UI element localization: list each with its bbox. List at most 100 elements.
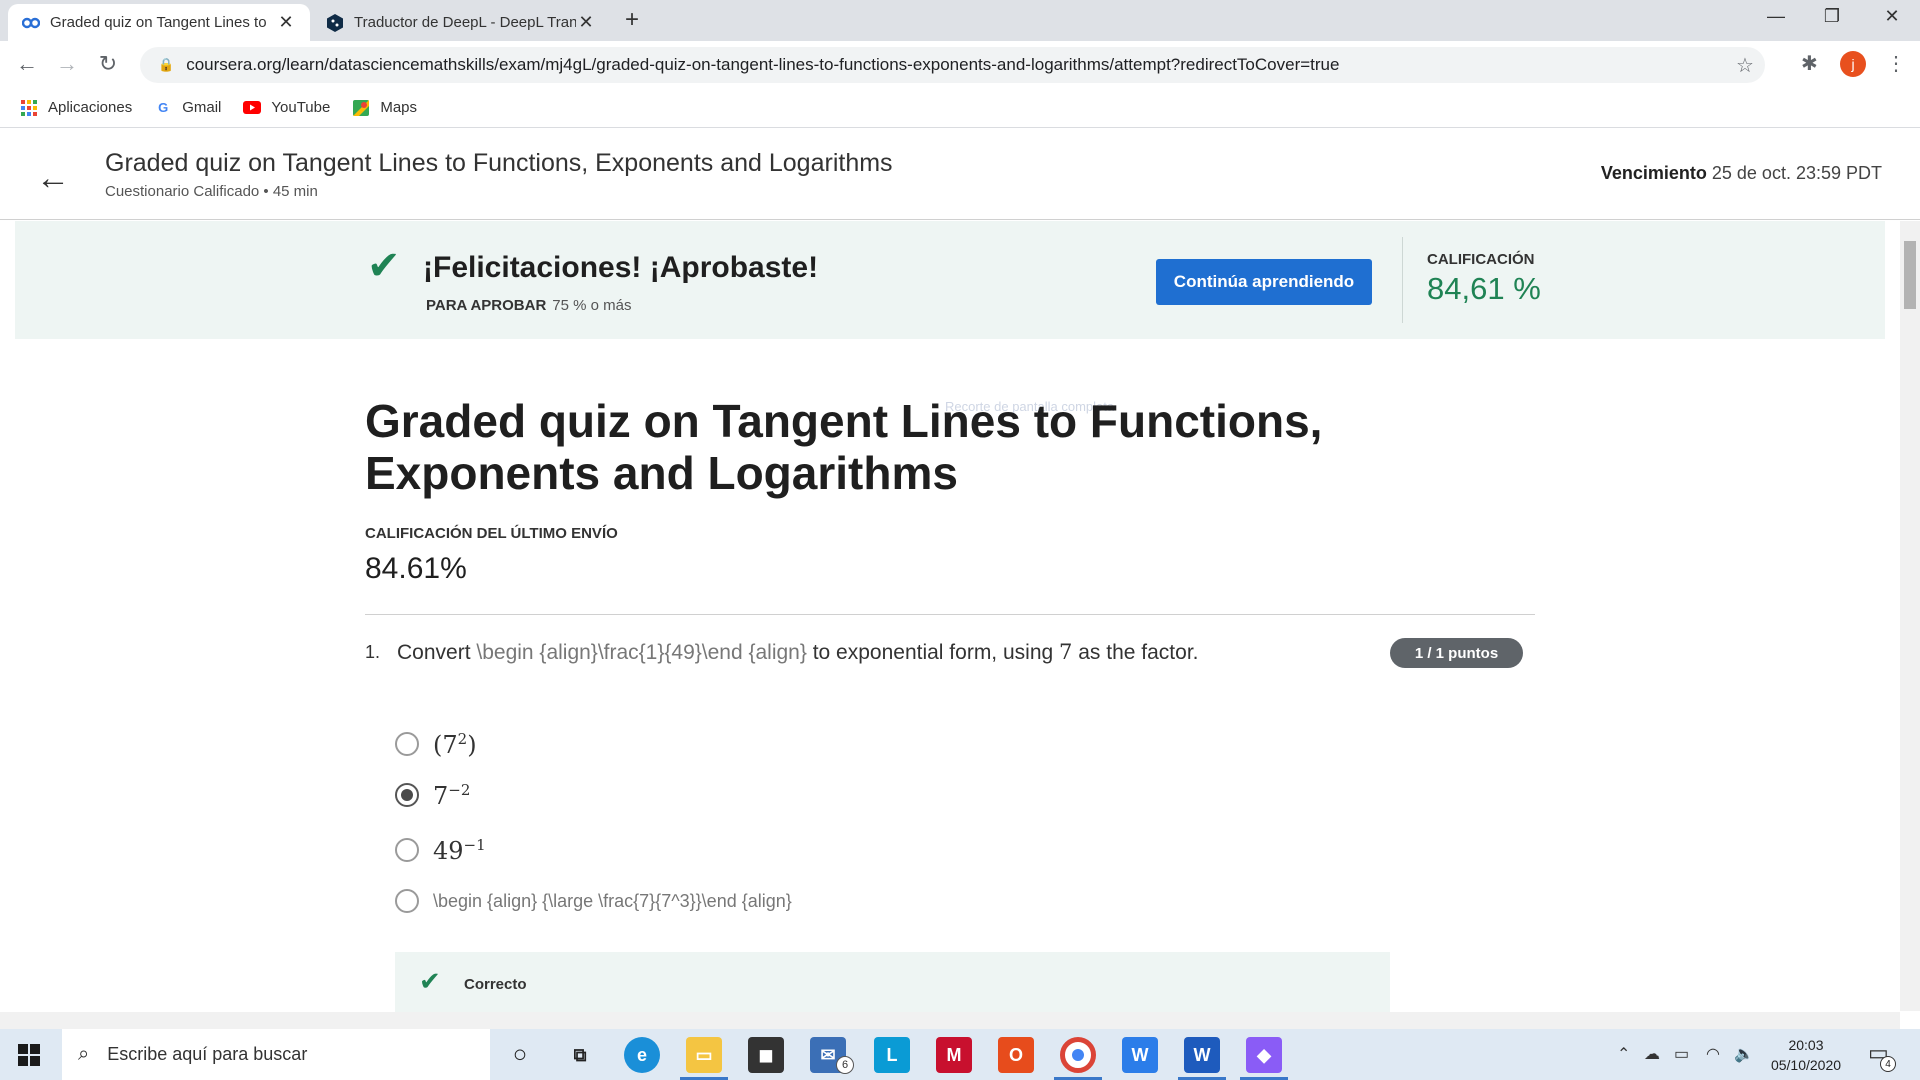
show-hidden-icons[interactable]: ⌃ (1617, 1044, 1630, 1064)
bookmark-label: Aplicaciones (48, 99, 133, 116)
scrollbar-thumb[interactable] (1904, 241, 1916, 309)
word-icon[interactable]: W (1184, 1037, 1220, 1073)
grade-label: CALIFICACIÓN (1427, 251, 1535, 268)
back-arrow-icon[interactable]: ← (36, 159, 70, 198)
option-base: 49 (433, 836, 464, 865)
browser-tab-bar: Graded quiz on Tangent Lines to ✕ Traduc… (0, 0, 1920, 41)
question-text-after: as the factor. (1078, 641, 1199, 664)
extensions-icon[interactable]: ✱ (1801, 51, 1818, 76)
answer-option[interactable]: \begin {align} {\large \frac{7}{7^3}}\en… (395, 886, 792, 916)
checkmark-icon: ✔ (419, 966, 441, 996)
apps-grid-icon (20, 99, 38, 117)
system-clock[interactable]: 20:03 05/10/2020 (1766, 1035, 1846, 1075)
wps-writer-icon[interactable]: W (1122, 1037, 1158, 1073)
divider (365, 614, 1535, 615)
deepl-icon (326, 13, 344, 32)
mcafee-icon[interactable]: M (936, 1037, 972, 1073)
taskbar-search[interactable]: ⌕ Escribe aquí para buscar (62, 1029, 490, 1080)
radio-button[interactable] (395, 889, 419, 913)
radio-dot (401, 789, 413, 801)
bookmark-gmail[interactable]: G Gmail (154, 99, 221, 117)
close-window-icon[interactable]: ✕ (1872, 6, 1912, 27)
radio-button[interactable] (395, 732, 419, 756)
launcher-l-icon[interactable]: L (874, 1037, 910, 1073)
task-view-icon[interactable]: ⧉ (562, 1037, 598, 1073)
last-submission-label: CALIFICACIÓN DEL ÚLTIMO ENVÍO (365, 525, 618, 542)
last-submission-grade: 84.61% (365, 552, 467, 585)
radio-button-selected[interactable] (395, 783, 419, 807)
due-value: 25 de oct. 23:59 PDT (1711, 163, 1882, 183)
cortana-icon[interactable]: ○ (502, 1037, 538, 1073)
edge-icon[interactable]: e (624, 1037, 660, 1073)
maps-icon (352, 99, 370, 117)
option-base: 7 (433, 781, 449, 810)
forward-icon[interactable]: → (52, 51, 82, 77)
bookmark-label: YouTube (271, 99, 331, 116)
restore-icon[interactable]: ❐ (1812, 6, 1852, 27)
course-header: ← Graded quiz on Tangent Lines to Functi… (0, 129, 1920, 220)
close-tab-icon[interactable]: ✕ (576, 12, 596, 33)
continue-learning-button[interactable]: Continúa aprendiendo (1156, 259, 1372, 305)
file-explorer-icon[interactable]: ▭ (686, 1037, 722, 1073)
back-icon[interactable]: ← (12, 51, 42, 77)
profile-avatar[interactable]: j (1840, 51, 1866, 77)
tab-title: Traductor de DeepL - DeepL Tran (354, 14, 576, 31)
question-text: Convert \begin {align}\frac{1}{49}\end {… (397, 640, 1199, 665)
office-icon[interactable]: O (998, 1037, 1034, 1073)
volume-icon[interactable]: 🔈 (1734, 1044, 1754, 1064)
due-date: Vencimiento 25 de oct. 23:59 PDT (1601, 163, 1882, 184)
option-close: ) (467, 730, 477, 759)
vertical-scrollbar[interactable] (1900, 221, 1920, 1011)
chrome-icon[interactable] (1060, 1037, 1096, 1073)
menu-icon[interactable]: ⋮ (1886, 51, 1906, 76)
browser-toolbar: ← → ↻ 🔒 coursera.org/learn/datasciencema… (0, 41, 1920, 88)
windows-taskbar: ⌕ Escribe aquí para buscar ○ ⧉ e ▭ ◼ ✉ 6… (0, 1029, 1920, 1080)
option-raw-math: \begin {align} {\large \frac{7}{7^3}}\en… (433, 890, 792, 911)
question-text-middle: to exponential form, using (812, 641, 1054, 664)
tab-title: Graded quiz on Tangent Lines to (50, 14, 267, 31)
radio-button[interactable] (395, 838, 419, 862)
congrats-message: ¡Felicitaciones! ¡Aprobaste! (423, 251, 819, 284)
reload-icon[interactable]: ↻ (93, 51, 123, 77)
wifi-icon[interactable]: ◠ (1706, 1044, 1720, 1064)
feedback-box: ✔ Correcto (395, 952, 1390, 1012)
question-number: 1. (365, 642, 381, 662)
clock-date: 05/10/2020 (1770, 1057, 1842, 1073)
option-label: (72) (433, 730, 477, 759)
answer-option[interactable]: (72) (395, 729, 477, 759)
bookmarks-bar: Aplicaciones G Gmail YouTube Maps (0, 88, 1920, 128)
google-icon: G (158, 100, 169, 115)
close-tab-icon[interactable]: ✕ (276, 12, 296, 33)
question-factor: 7 (1059, 640, 1073, 664)
new-tab-icon[interactable]: + (625, 6, 639, 34)
pass-value: 75 % o más (552, 297, 632, 314)
divider (1402, 237, 1403, 323)
battery-icon[interactable]: ▭ (1674, 1044, 1689, 1064)
security-tray-icon[interactable]: ☁ (1644, 1044, 1660, 1064)
bookmark-apps[interactable]: Aplicaciones (20, 99, 132, 117)
minimize-icon[interactable]: — (1756, 6, 1796, 27)
tab-deepl[interactable]: Traductor de DeepL - DeepL Tran ✕ (312, 4, 610, 41)
due-label: Vencimiento (1600, 163, 1707, 183)
windows-start-icon[interactable] (18, 1044, 40, 1066)
answer-option[interactable]: 49−1 (395, 835, 486, 865)
notification-count: 4 (1880, 1056, 1896, 1072)
option-exponent: −2 (448, 780, 471, 799)
youtube-icon (243, 99, 262, 117)
answer-option-selected[interactable]: 7−2 (395, 780, 470, 810)
address-bar[interactable]: 🔒 coursera.org/learn/datasciencemathskil… (140, 47, 1765, 83)
bookmark-label: Gmail (182, 99, 222, 116)
checkmark-icon: ✔ (367, 244, 401, 288)
option-label: 7−2 (433, 781, 470, 810)
store-icon[interactable]: ◼ (748, 1037, 784, 1073)
app-diamond-icon[interactable]: ◆ (1246, 1037, 1282, 1073)
grade-value: 84,61 % (1427, 271, 1541, 306)
bookmark-youtube[interactable]: YouTube (243, 99, 330, 117)
tab-coursera[interactable]: Graded quiz on Tangent Lines to ✕ (8, 4, 310, 41)
passed-banner: ✔ ¡Felicitaciones! ¡Aprobaste! PARA APRO… (15, 221, 1885, 339)
horizontal-scrollbar[interactable] (0, 1012, 1900, 1029)
option-exponent: −1 (463, 835, 486, 854)
question-text-before: Convert (397, 641, 471, 664)
bookmark-maps[interactable]: Maps (352, 99, 417, 117)
bookmark-star-icon[interactable]: ☆ (1725, 53, 1765, 78)
